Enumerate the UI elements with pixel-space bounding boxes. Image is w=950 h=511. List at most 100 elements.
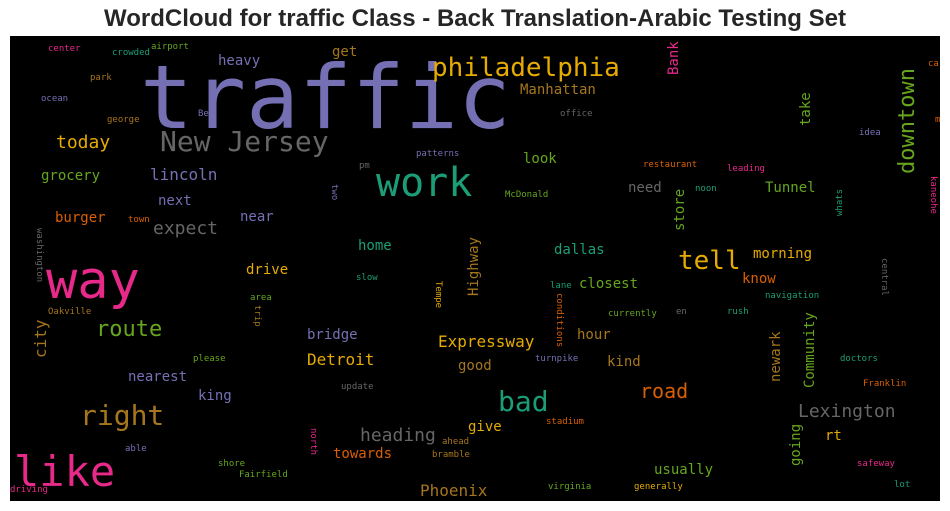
word-leading: leading	[727, 164, 765, 174]
word-closest: closest	[579, 276, 638, 292]
word-next: next	[158, 193, 192, 209]
word-store: store	[672, 189, 688, 231]
word-update: update	[341, 382, 374, 392]
word-washington: washington	[34, 228, 44, 282]
word-crowded: crowded	[112, 48, 150, 58]
word-drive: drive	[246, 262, 288, 278]
word-give: give	[468, 419, 502, 435]
word-way: way	[46, 251, 140, 311]
word-currently: currently	[608, 309, 657, 319]
word-generally: generally	[634, 482, 683, 492]
word-virginia: virginia	[548, 482, 591, 492]
word-center: center	[48, 44, 81, 54]
word-ahead: ahead	[442, 437, 469, 447]
word-kaneohe: kaneohe	[928, 176, 938, 214]
word-right: right	[80, 399, 164, 432]
word-burger: burger	[55, 210, 106, 226]
word-patterns: patterns	[416, 149, 459, 159]
word-ben: Ben	[198, 109, 214, 119]
word-expect: expect	[153, 218, 218, 239]
word-expressway: Expressway	[438, 332, 535, 351]
word-towards: towards	[333, 446, 392, 462]
word-lexington: Lexington	[798, 401, 896, 422]
word-take: take	[798, 92, 814, 126]
word-airport: airport	[151, 42, 189, 52]
word-mall: mall	[935, 115, 940, 125]
word-near: near	[240, 209, 274, 225]
word-rt: rt	[825, 428, 842, 444]
word-morning: morning	[753, 246, 812, 262]
word-franklin: Franklin	[863, 379, 906, 389]
word-good: good	[458, 358, 492, 374]
word-manhattan: Manhattan	[520, 82, 596, 98]
word-grocery: grocery	[41, 168, 100, 184]
word-king: king	[198, 388, 232, 404]
word-detroit: Detroit	[307, 350, 374, 369]
word-lot: lot	[894, 480, 910, 490]
word-conditions: conditions	[554, 293, 564, 347]
word-dallas: dallas	[554, 242, 605, 258]
word-george: george	[107, 115, 140, 125]
word-able: able	[125, 444, 147, 454]
word-road: road	[640, 379, 688, 403]
word-rush: rush	[727, 307, 749, 317]
word-get: get	[332, 44, 357, 60]
word-stadium: stadium	[546, 417, 584, 427]
word-mcdonald: McDonald	[505, 190, 548, 200]
word-restaurant: restaurant	[643, 160, 697, 170]
word-downtown: downtown	[895, 68, 920, 174]
word-driving: driving	[10, 485, 48, 495]
word-tell: tell	[678, 246, 741, 276]
word-whats: whats	[835, 189, 845, 216]
word-cars: cars	[928, 59, 940, 69]
word-shore: shore	[218, 459, 245, 469]
word-nearest: nearest	[128, 369, 187, 385]
word-north: north	[308, 428, 318, 455]
word-need: need	[628, 180, 662, 196]
word-lane: lane	[550, 281, 572, 291]
word-home: home	[358, 238, 392, 254]
word-oakville: Oakville	[48, 307, 91, 317]
word-newark: newark	[768, 331, 784, 382]
word-know: know	[742, 271, 776, 287]
word-city: city	[31, 319, 50, 358]
word-lincoln: lincoln	[150, 165, 217, 184]
word-heading: heading	[360, 425, 436, 446]
word-bank: Bank	[666, 41, 682, 75]
word-two: two	[329, 184, 339, 200]
word-work: work	[376, 160, 472, 206]
word-highway: Highway	[466, 237, 482, 296]
word-town: town	[128, 215, 150, 225]
word-heavy: heavy	[218, 53, 260, 69]
word-hour: hour	[577, 327, 611, 343]
word-ocean: ocean	[41, 94, 68, 104]
word-turnpike: turnpike	[535, 354, 578, 364]
word-tunnel: Tunnel	[765, 180, 816, 196]
word-route: route	[96, 317, 162, 342]
word-navigation: navigation	[765, 291, 819, 301]
word-kind: kind	[607, 354, 641, 370]
word-noon: noon	[695, 184, 717, 194]
word-new-jersey: New Jersey	[160, 125, 329, 158]
word-usually: usually	[654, 462, 713, 478]
word-doctors: doctors	[840, 354, 878, 364]
word-bridge: bridge	[307, 327, 358, 343]
word-please: please	[193, 354, 226, 364]
word-en: en	[676, 307, 687, 317]
word-community: Community	[802, 312, 818, 388]
word-central: central	[879, 258, 889, 296]
word-bramble: bramble	[432, 450, 470, 460]
word-slow: slow	[356, 273, 378, 283]
word-today: today	[56, 132, 110, 153]
word-trip: trip	[252, 305, 262, 327]
word-going: going	[788, 424, 804, 466]
chart-title: WordCloud for traffic Class - Back Trans…	[104, 5, 846, 32]
wordcloud-canvas: trafficwaylikeworkNew Jerseyphiladelphia…	[10, 36, 940, 501]
word-safeway: safeway	[857, 459, 896, 469]
word-area: area	[250, 293, 272, 303]
word-phoenix: Phoenix	[420, 481, 488, 500]
word-park: park	[90, 73, 112, 83]
word-tempe: Tempe	[433, 281, 443, 308]
word-pm: pm	[359, 161, 370, 171]
word-office: office	[560, 109, 593, 119]
